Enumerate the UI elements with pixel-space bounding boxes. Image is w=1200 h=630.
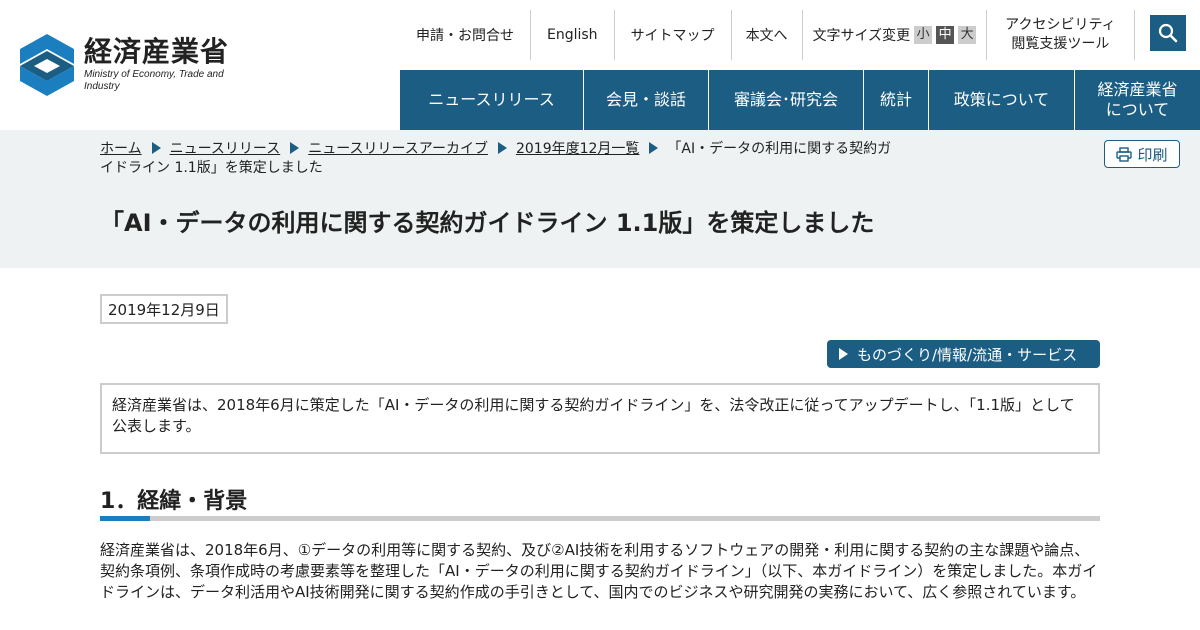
section-heading: 1．経緯・背景 — [100, 489, 248, 514]
font-size-medium-button[interactable]: 中 — [936, 26, 955, 44]
category-tag[interactable]: ものづくり/情報/流通・サービス — [827, 340, 1100, 368]
meti-logo-icon — [20, 34, 74, 96]
gnav-statistics[interactable]: 統計 — [864, 70, 929, 130]
section-body: 経済産業省は、2018年6月、①データの利用等に関する契約、及び②AI技術を利用… — [100, 541, 1098, 601]
font-size-small-button[interactable]: 小 — [914, 26, 933, 44]
print-button[interactable]: 印刷 — [1104, 140, 1180, 168]
summary-box: 経済産業省は、2018年6月に策定した「AI・データの利用に関する契約ガイドライ… — [100, 383, 1100, 454]
contact-link[interactable]: 申請・お問合せ — [400, 10, 531, 60]
breadcrumb-month-list[interactable]: 2019年度12月一覧 — [516, 141, 639, 157]
skip-to-content-link[interactable]: 本文へ — [732, 10, 803, 60]
font-size-large-button[interactable]: 大 — [958, 26, 977, 44]
print-label: 印刷 — [1137, 145, 1168, 164]
a11y-label-line1: アクセシビリティ — [1005, 17, 1116, 33]
gnav-about-line2: について — [1105, 100, 1170, 119]
gnav-press-conference[interactable]: 会見・談話 — [584, 70, 709, 130]
search-button[interactable] — [1150, 15, 1186, 51]
a11y-label-line2: 閲覧支援ツール — [1011, 36, 1110, 52]
breadcrumb-arrow-icon — [497, 142, 507, 154]
breadcrumb-home[interactable]: ホーム — [100, 141, 142, 157]
breadcrumb-arrow-icon — [151, 142, 161, 154]
section-heading-accent — [100, 516, 150, 521]
font-size-control: 文字サイズ変更 小 中 大 — [803, 10, 988, 60]
section-heading-rule — [100, 516, 1100, 521]
play-arrow-icon — [839, 348, 848, 360]
gnav-about-line1: 経済産業省 — [1097, 80, 1178, 99]
release-date: 2019年12月9日 — [100, 294, 228, 324]
gnav-news-release[interactable]: ニュースリリース — [400, 70, 584, 130]
english-link[interactable]: English — [531, 10, 615, 60]
breadcrumb-archive[interactable]: ニュースリリースアーカイブ — [308, 141, 488, 157]
logo-name-ja: 経済産業省 — [84, 35, 230, 68]
gnav-policy[interactable]: 政策について — [929, 70, 1075, 130]
font-size-label: 文字サイズ変更 — [812, 28, 911, 44]
category-label: ものづくり/情報/流通・サービス — [857, 345, 1078, 364]
site-header: 経済産業省 Ministry of Economy, Trade and Ind… — [0, 0, 1200, 130]
gnav-about-meti[interactable]: 経済産業省 について — [1075, 70, 1200, 130]
printer-icon — [1116, 146, 1133, 162]
gnav-councils[interactable]: 審議会･研究会 — [709, 70, 864, 130]
meti-logo[interactable]: 経済産業省 Ministry of Economy, Trade and Ind… — [20, 33, 260, 97]
breadcrumb-arrow-icon — [649, 142, 659, 154]
title-band: ホーム ニュースリリース ニュースリリースアーカイブ 2019年度12月一覧「AI・デ… — [0, 130, 1200, 268]
breadcrumb-news-release[interactable]: ニュースリリース — [170, 141, 281, 157]
global-nav: ニュースリリース 会見・談話 審議会･研究会 統計 政策について 経済産業省 に… — [400, 70, 1200, 130]
search-icon — [1158, 23, 1178, 43]
logo-name-en: Ministry of Economy, Trade and Industry — [84, 69, 224, 92]
page-title: 「AI・データの利用に関する契約ガイドライン 1.1版」を策定しました — [100, 209, 875, 237]
breadcrumb-arrow-icon — [290, 142, 300, 154]
sitemap-link[interactable]: サイトマップ — [615, 10, 732, 60]
accessibility-tool-link[interactable]: アクセシビリティ 閲覧支援ツール — [987, 10, 1135, 60]
breadcrumb: ホーム ニュースリリース ニュースリリースアーカイブ 2019年度12月一覧 「AI・デ… — [100, 140, 900, 178]
utility-nav: 申請・お問合せ English サイトマップ 本文へ 文字サイズ変更 小 中 大… — [400, 10, 1135, 60]
